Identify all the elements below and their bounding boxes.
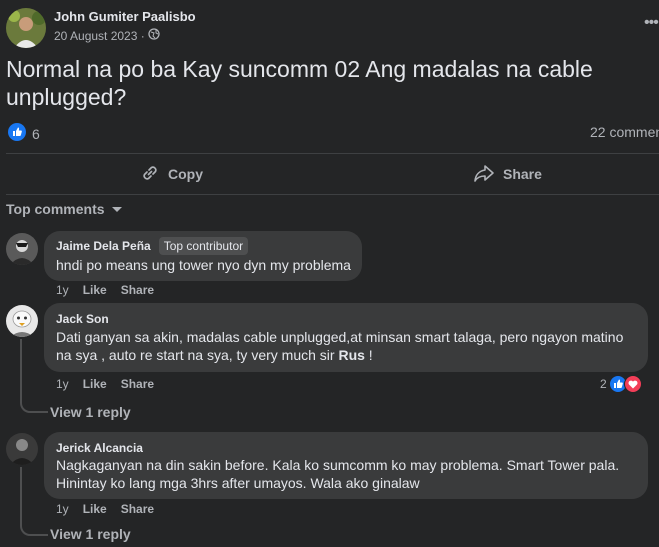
post-date-text: 20 August 2023 · [54,28,145,43]
comment-text: hndi po means ung tower nyo dyn my probl… [56,257,351,273]
link-icon [140,163,160,186]
view-reply-link[interactable]: View 1 reply [50,404,131,420]
comment-author[interactable]: Jaime Dela Peña [56,239,151,253]
commenter-avatar[interactable] [6,433,38,465]
comments-count[interactable]: 22 comments [590,124,659,140]
share-icon [473,163,495,186]
reactions-count: 6 [32,125,40,142]
commenter-avatar[interactable] [6,305,38,337]
reactions-summary[interactable]: 6 [8,123,40,144]
comment-text-end: ! [364,347,373,363]
comment-meta: 1y Like Share [56,283,154,297]
view-reply-link[interactable]: View 1 reply [50,526,131,542]
comment-reactions[interactable]: 2 [600,375,642,393]
divider-top [6,153,659,154]
comment-header: Jaime Dela Peña Top contributor [56,237,249,255]
like-link[interactable]: Like [83,377,107,391]
comment-text: Dati ganyan sa akin, madalas cable unplu… [56,328,638,364]
love-reaction-icon [623,375,642,393]
share-label: Share [503,166,542,182]
author-avatar[interactable] [6,8,46,48]
post-text: Normal na po ba Kay suncomm 02 Ang madal… [6,56,593,110]
globe-icon [148,28,160,43]
comment-time[interactable]: 1y [56,377,69,391]
comments-sort-dropdown[interactable]: Top comments [6,201,123,217]
copy-button[interactable]: Copy [140,162,203,186]
share-button[interactable]: Share [473,162,542,186]
copy-label: Copy [168,166,203,182]
commenter-avatar[interactable] [6,233,38,265]
share-link[interactable]: Share [121,283,154,297]
more-options-icon[interactable]: ••• [644,14,659,32]
divider-bottom [6,194,659,195]
top-contributor-badge: Top contributor [158,237,249,255]
comment-meta: 1y Like Share [56,377,154,391]
like-reaction-icon [8,123,26,144]
post-author-name[interactable]: John Gumiter Paalisbo [54,9,196,24]
chevron-down-icon [111,201,123,217]
comment-time[interactable]: 1y [56,283,69,297]
comment-reaction-count: 2 [600,377,607,391]
comment-author[interactable]: Jack Son [56,312,109,326]
mention-link[interactable]: Rus [338,347,364,363]
comment-meta: 1y Like Share [56,502,154,516]
share-link[interactable]: Share [121,377,154,391]
comment-author[interactable]: Jerick Alcancia [56,441,143,455]
share-link[interactable]: Share [121,502,154,516]
like-link[interactable]: Like [83,502,107,516]
like-link[interactable]: Like [83,283,107,297]
sort-label: Top comments [6,201,105,217]
comment-text: Nagkaganyan na din sakin before. Kala ko… [56,457,620,491]
post-date[interactable]: 20 August 2023 · [54,28,160,43]
comment-time[interactable]: 1y [56,502,69,516]
